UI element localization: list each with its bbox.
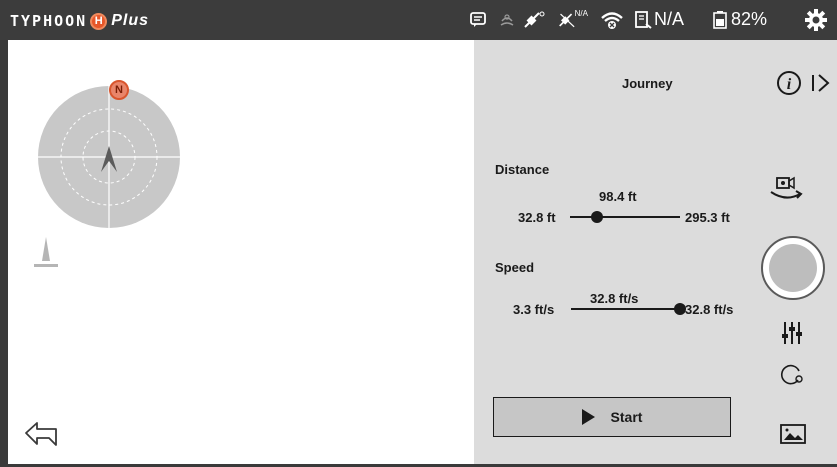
battery-icon	[712, 10, 728, 30]
speed-max: 32.8 ft/s	[685, 302, 734, 317]
radar-compass	[38, 86, 180, 228]
satellite-icon	[522, 10, 548, 30]
home-marker-icon	[34, 237, 58, 267]
signal-text: N/A	[654, 9, 685, 29]
settings-icon[interactable]	[804, 9, 828, 31]
shutter-inner	[769, 244, 817, 292]
mode-circle-icon[interactable]	[780, 362, 804, 386]
brand-name: TYPHOON	[10, 12, 88, 30]
sliders-icon[interactable]	[780, 320, 804, 346]
speed-slider-track[interactable]	[571, 308, 680, 310]
brand-badge: H	[90, 12, 108, 30]
play-icon	[581, 409, 595, 425]
gallery-icon[interactable]	[779, 422, 807, 446]
distance-max: 295.3 ft	[685, 210, 730, 225]
north-indicator: N	[109, 80, 129, 100]
shutter-button[interactable]	[761, 236, 825, 300]
satellite-off-icon: N/A	[558, 8, 588, 30]
brand-suffix: Plus	[111, 12, 150, 29]
speed-current: 32.8 ft/s	[590, 291, 639, 306]
speed-label: Speed	[495, 260, 535, 275]
wave-icon	[497, 10, 517, 30]
message-icon[interactable]	[468, 10, 488, 30]
distance-current: 98.4 ft	[599, 189, 637, 204]
back-arrow-icon[interactable]	[22, 418, 62, 450]
collapse-arrow-icon[interactable]	[810, 72, 832, 94]
svg-text:i: i	[787, 76, 792, 93]
distance-min: 32.8 ft	[518, 210, 556, 225]
gps-status-text: N/A	[574, 8, 588, 18]
start-button[interactable]: Start	[493, 397, 731, 437]
speed-min: 3.3 ft/s	[513, 302, 555, 317]
wifi-off-icon	[600, 10, 624, 30]
distance-label: Distance	[495, 162, 550, 177]
brand-logo: TYPHOON H Plus	[10, 12, 150, 30]
distance-slider-track[interactable]	[570, 216, 680, 218]
battery-percent: 82%	[731, 9, 768, 29]
status-bar: TYPHOON H Plus N/A N/A 82%	[0, 0, 837, 40]
start-label: Start	[610, 409, 643, 425]
panel-title: Journey	[622, 76, 673, 91]
speed-slider-knob[interactable]	[674, 303, 686, 315]
info-icon[interactable]: i	[776, 70, 802, 96]
remote-signal-icon	[633, 10, 653, 30]
camera-switch-icon[interactable]	[768, 174, 804, 206]
